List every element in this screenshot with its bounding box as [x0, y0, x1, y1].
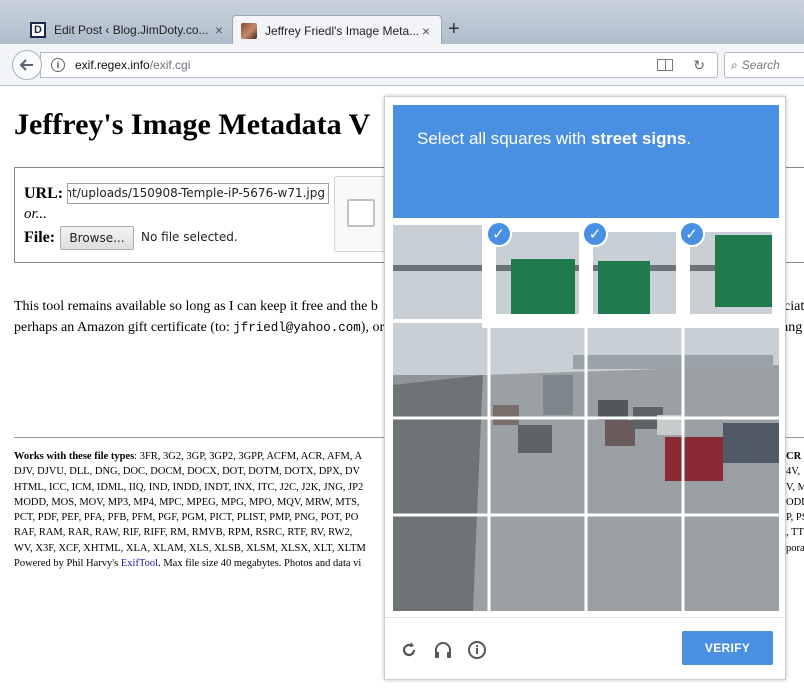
browse-button[interactable]: Browse... [60, 226, 134, 250]
image-tile[interactable] [683, 418, 780, 515]
d-icon: D [30, 22, 46, 38]
search-placeholder: Search [741, 58, 780, 72]
file-types-heading: Works with these file types [14, 451, 135, 462]
prompt-target: street signs [590, 129, 687, 148]
file-types-text: PCT, PDF, PEF, PFA, PFB, PFM, PGF, PGM, … [14, 512, 359, 524]
checkmark-icon: ✓ [582, 221, 608, 247]
powered-by-text: Powered by Phil Harvy's [14, 558, 121, 570]
headphones-icon[interactable] [431, 638, 455, 662]
close-icon[interactable]: × [419, 23, 433, 39]
address-bar[interactable]: i exif.regex.info/exif.cgi ↻ [40, 52, 718, 78]
image-tile[interactable] [586, 322, 683, 419]
back-button[interactable] [12, 50, 42, 80]
url-label: URL: [24, 185, 64, 202]
search-input[interactable]: ⌕ Search [724, 52, 804, 78]
or-text: or... [24, 206, 47, 222]
image-grid: ✓ ✓ ✓ [393, 221, 780, 612]
url-input-value: ent/uploads/150908-Temple-iP-5676-w71.jp… [67, 186, 325, 200]
tab-edit-post[interactable]: D Edit Post ‹ Blog.JimDoty.co... × [22, 15, 234, 45]
paragraph-text: This tool remains available so long as I… [14, 299, 378, 314]
powered-by-text: . Max file size 40 megabytes. Photos and… [158, 558, 362, 570]
file-types-text: DJV, DJVU, DLL, DNG, DOC, DOCM, DOCX, DO… [14, 466, 361, 478]
paragraph-text: ciate [784, 299, 804, 314]
paragraph-text: perhaps an Amazon gift certificate (to: [14, 320, 234, 335]
challenge-prompt: Select all squares with street signs. [393, 105, 779, 218]
tab-title: Edit Post ‹ Blog.JimDoty.co... [54, 23, 209, 37]
email-text: jfriedl@yahoo.com [233, 321, 361, 335]
url-input[interactable]: ent/uploads/150908-Temple-iP-5676-w71.jp… [67, 183, 329, 204]
exiftool-link[interactable]: ExifTool [121, 558, 158, 569]
url-path: /exif.cgi [149, 58, 191, 72]
tab-image-metadata[interactable]: Jeffrey Friedl's Image Meta... × [232, 15, 442, 45]
file-types-text: 4V, [786, 466, 801, 478]
close-icon[interactable]: × [212, 22, 226, 38]
file-types-text: RAF, RAM, RAR, RAW, RIF, RIFF, RM, RMVB,… [14, 527, 353, 539]
checkmark-icon: ✓ [485, 221, 512, 247]
image-tile[interactable] [683, 515, 780, 612]
image-tile[interactable] [393, 225, 490, 322]
url-text: exif.regex.info/exif.cgi [75, 58, 657, 72]
file-types-text: P, PS [786, 512, 804, 524]
image-tile[interactable] [393, 515, 490, 612]
url-domain: exif.regex.info [75, 58, 150, 72]
info-icon[interactable]: i [51, 58, 65, 72]
search-icon: ⌕ [731, 57, 738, 72]
navigation-bar: i exif.regex.info/exif.cgi ↻ ⌕ Search [0, 44, 804, 86]
reader-view-icon[interactable] [657, 59, 674, 71]
image-tile[interactable] [586, 515, 683, 612]
tab-strip: D Edit Post ‹ Blog.JimDoty.co... × Jeffr… [0, 0, 804, 45]
tab-title: Jeffrey Friedl's Image Meta... [265, 23, 419, 38]
file-types-text: WV, X3F, XCF, XHTML, XLA, XLAM, XLS, XLS… [14, 542, 366, 554]
verify-button[interactable]: VERIFY [682, 631, 773, 665]
page-title: Jeffrey's Image Metadata V [14, 108, 371, 141]
file-types-text: CR [786, 451, 802, 462]
prompt-text: . [686, 129, 692, 148]
paragraph-text: ), or [360, 320, 385, 335]
new-tab-button[interactable]: + [448, 18, 460, 41]
challenge-footer: VERIFY [385, 617, 785, 679]
file-types-text: V, M [786, 481, 804, 493]
file-types-text: : 3FR, 3G2, 3GP, 3GP2, 3GPP, ACFM, ACR, … [134, 451, 363, 462]
file-types-text: HTML, ICC, ICM, IDML, IIQ, IND, INDD, IN… [14, 481, 364, 493]
image-tile[interactable] [683, 322, 780, 419]
recaptcha-challenge: Select all squares with street signs. ✓ … [384, 96, 786, 680]
image-tile[interactable] [490, 322, 587, 419]
image-tile[interactable] [490, 418, 587, 515]
file-types-text: , TT [786, 527, 804, 539]
recaptcha-checkbox[interactable] [347, 199, 375, 227]
file-types-text: pora [786, 542, 804, 554]
reload-icon[interactable] [397, 638, 421, 662]
image-tile[interactable] [393, 418, 490, 515]
image-tile[interactable] [393, 322, 490, 419]
no-file-text: No file selected. [141, 230, 238, 244]
file-label: File: [24, 229, 56, 246]
image-tile[interactable] [586, 418, 683, 515]
info-icon[interactable] [465, 638, 489, 662]
file-types-text: MODD, MOS, MOV, MP3, MP4, MPC, MPEG, MPG… [14, 496, 360, 508]
back-arrow-icon [19, 59, 33, 71]
checkmark-icon: ✓ [678, 221, 705, 247]
prompt-text: Select all squares with [417, 129, 591, 148]
file-types-text: ODD [786, 496, 804, 508]
portrait-icon [241, 22, 257, 39]
image-tile[interactable] [490, 515, 587, 612]
reload-icon[interactable]: ↻ [693, 57, 705, 74]
